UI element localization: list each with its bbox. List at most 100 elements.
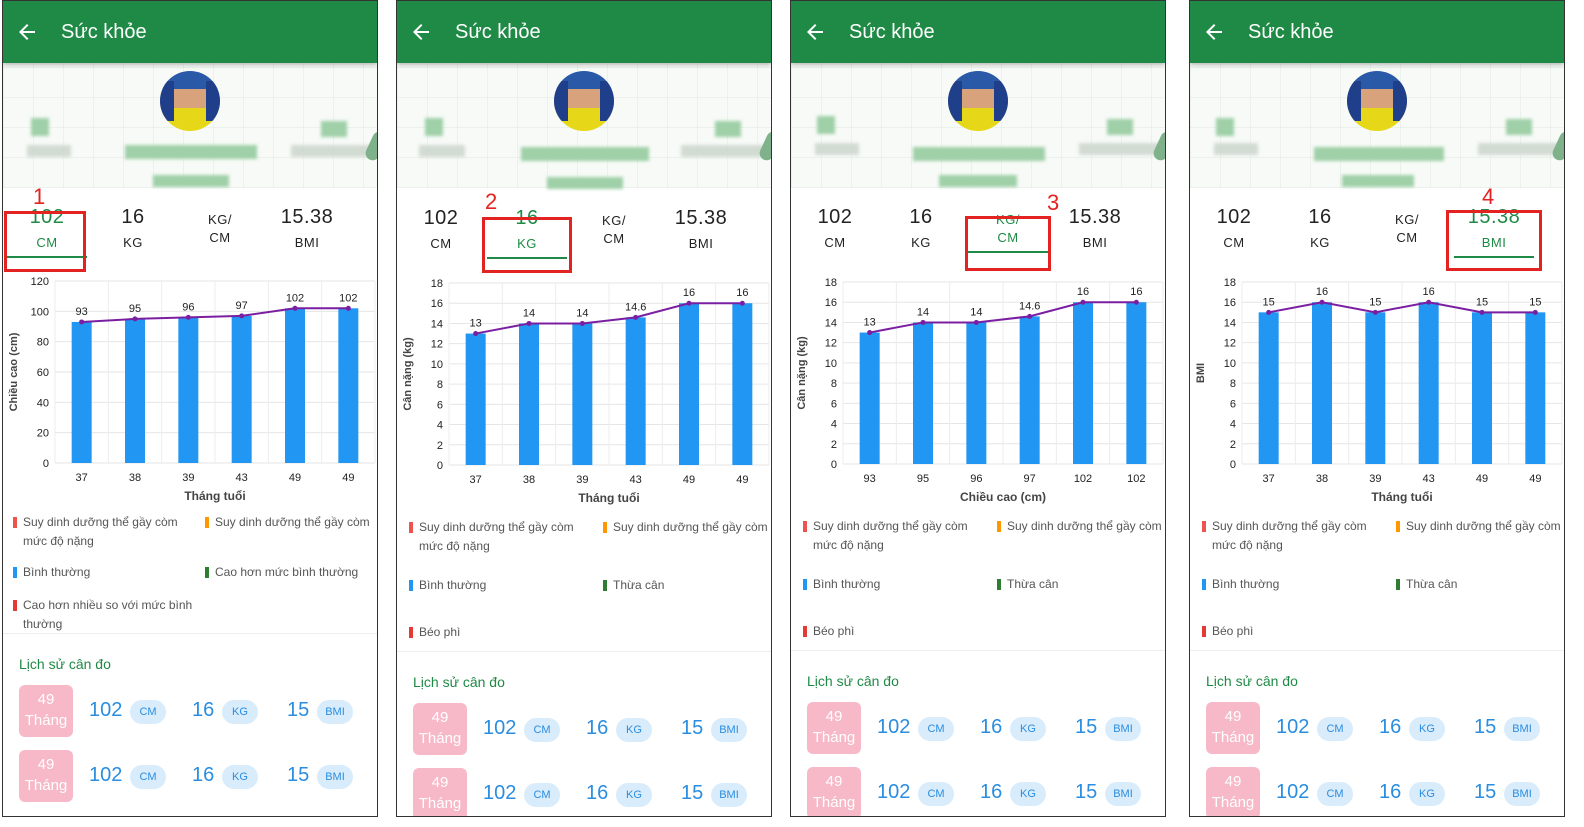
y-tick-label: 2 bbox=[1230, 439, 1236, 451]
tab-height[interactable]: 102 CM bbox=[1194, 206, 1274, 250]
data-label: 16 bbox=[736, 287, 748, 299]
y-axis-label: Cân nặng (kg) bbox=[402, 337, 414, 411]
bar bbox=[71, 321, 92, 463]
history-row[interactable]: 49 Tháng 102 CM 16 KG 15 BMI bbox=[413, 703, 765, 755]
history-title: Lịch sử cân đo bbox=[1206, 673, 1298, 689]
stats-tabs: 102 CM 16 KG KG/ CM 15.38 BMI 3 bbox=[791, 188, 1165, 278]
y-axis-label: Cân nặng (kg) bbox=[796, 336, 808, 410]
blurred-text bbox=[27, 145, 71, 157]
legend-item: Suy dinh dưỡng thể gầy còm bbox=[997, 517, 1165, 536]
data-label: 102 bbox=[339, 292, 357, 304]
unit-pill: KG bbox=[222, 765, 258, 789]
tab-bmi[interactable]: 15.38 BMI bbox=[267, 206, 347, 250]
weight-unit: KG bbox=[123, 235, 143, 250]
x-axis-label: Tháng tuổi bbox=[578, 491, 639, 505]
bar bbox=[572, 323, 593, 465]
y-tick-label: 16 bbox=[825, 297, 837, 309]
blurred-text bbox=[1214, 143, 1258, 155]
blurred-name bbox=[1314, 147, 1444, 161]
history-row[interactable]: 49 Tháng 102 CM 16 KG 15 BMI bbox=[1206, 702, 1558, 754]
data-point bbox=[973, 319, 979, 325]
data-point bbox=[185, 314, 191, 320]
bar bbox=[178, 317, 199, 463]
tab-weight-for-height[interactable]: KG/ CM bbox=[1367, 212, 1447, 245]
bmi-unit: BMI bbox=[294, 235, 320, 250]
back-arrow-icon[interactable] bbox=[15, 20, 39, 44]
blurred-name bbox=[125, 145, 257, 159]
history-row[interactable]: 49 Tháng 102 CM 16 KG 15 BMI bbox=[19, 750, 371, 802]
history-row[interactable]: 49 Tháng 102 CM 16 KG 15 BMI bbox=[1206, 767, 1558, 816]
blurred-name bbox=[521, 147, 649, 161]
legend-item: Béo phì bbox=[803, 622, 983, 641]
back-arrow-icon[interactable] bbox=[409, 20, 433, 44]
y-tick-label: 8 bbox=[831, 378, 837, 390]
y-tick-label: 10 bbox=[431, 359, 443, 371]
legend-item: Suy dinh dưỡng thể gầy còm mức độ nặng bbox=[803, 517, 983, 555]
blurred-text bbox=[1079, 143, 1165, 155]
marker-number: 2 bbox=[485, 189, 498, 214]
kgcm-label-top: KG/ bbox=[208, 212, 232, 227]
height-chart: 0 20 40 60 80 100 120 37 38 39 43 49 49 93 95 96 97 102 10… bbox=[3, 271, 377, 511]
data-point bbox=[79, 319, 85, 325]
y-tick-label: 14 bbox=[825, 317, 837, 329]
data-label: 95 bbox=[129, 303, 141, 315]
history-row[interactable]: 49 Tháng 102 CM 16 KG 15 BMI bbox=[413, 768, 765, 816]
y-tick-label: 60 bbox=[37, 367, 49, 379]
tab-height[interactable]: 102 CM bbox=[795, 206, 875, 250]
bar bbox=[1472, 312, 1492, 464]
history-bmi: 15 bbox=[287, 764, 310, 786]
tab-height[interactable]: 102 CM bbox=[401, 207, 481, 251]
back-arrow-icon[interactable] bbox=[1202, 20, 1226, 44]
bar bbox=[1365, 312, 1386, 464]
y-tick-label: 8 bbox=[1230, 378, 1236, 390]
profile-card bbox=[3, 63, 377, 188]
data-point bbox=[132, 316, 138, 322]
tab-weight-for-height[interactable]: KG/ CM bbox=[180, 212, 260, 245]
history-row[interactable]: 49 Tháng 102 CM 16 KG 15 BMI bbox=[19, 685, 371, 737]
history-title: Lịch sử cân đo bbox=[807, 673, 899, 689]
unit-pill: KG bbox=[222, 700, 258, 724]
data-point bbox=[1080, 299, 1086, 305]
age-badge: 49 Tháng bbox=[19, 685, 73, 737]
y-axis-label: BMI bbox=[1195, 363, 1207, 383]
unit-pill: BMI bbox=[317, 700, 353, 724]
x-axis-label: Tháng tuổi bbox=[1371, 490, 1432, 504]
history-height: 102 bbox=[89, 764, 123, 786]
data-label: 14 bbox=[917, 306, 929, 318]
kgcm-label-bottom: CM bbox=[209, 230, 231, 245]
bar bbox=[732, 303, 753, 465]
back-arrow-icon[interactable] bbox=[803, 20, 827, 44]
data-label: 13 bbox=[470, 318, 482, 330]
bar bbox=[913, 322, 933, 464]
tab-weight[interactable]: 16 KG bbox=[881, 206, 961, 250]
tab-bmi[interactable]: 15.38 BMI bbox=[661, 207, 741, 251]
legend-item: Suy dinh dưỡng thể gầy còm bbox=[1396, 517, 1564, 536]
data-label: 14 bbox=[523, 307, 535, 319]
page-title: Sức khỏe bbox=[455, 20, 541, 43]
x-tick-label: 49 bbox=[289, 472, 301, 484]
profile-card bbox=[791, 63, 1165, 188]
tab-bmi[interactable]: 15.38 BMI bbox=[1055, 206, 1135, 250]
tab-weight-for-height[interactable]: KG/ CM bbox=[574, 213, 654, 246]
data-point bbox=[345, 305, 351, 311]
history-row[interactable]: 49 Tháng 102 CM 16 KG 15 BMI bbox=[807, 702, 1159, 754]
x-tick-label: 97 bbox=[1024, 473, 1036, 485]
bar bbox=[285, 308, 305, 463]
blurred-icon bbox=[817, 116, 835, 134]
avatar bbox=[554, 71, 614, 131]
y-tick-label: 12 bbox=[825, 338, 837, 350]
screen-bmi: Sức khỏe 102 CM 16 KG KG/ CM 15.38 BMI 4 bbox=[1189, 0, 1565, 817]
legend-item: Bình thường bbox=[1202, 575, 1382, 594]
y-tick-label: 0 bbox=[831, 459, 837, 471]
bar bbox=[679, 303, 699, 465]
data-label: 102 bbox=[286, 292, 304, 304]
tab-weight[interactable]: 16 KG bbox=[1280, 206, 1360, 250]
legend-item: Thừa cân bbox=[603, 576, 771, 595]
avatar bbox=[948, 71, 1008, 131]
bar bbox=[1073, 302, 1093, 464]
y-tick-label: 18 bbox=[1224, 277, 1236, 289]
history-row[interactable]: 49 Tháng 102 CM 16 KG 15 BMI bbox=[807, 767, 1159, 816]
x-tick-label: 43 bbox=[236, 472, 248, 484]
tab-weight[interactable]: 16 KG bbox=[93, 206, 173, 250]
y-tick-label: 40 bbox=[37, 397, 49, 409]
